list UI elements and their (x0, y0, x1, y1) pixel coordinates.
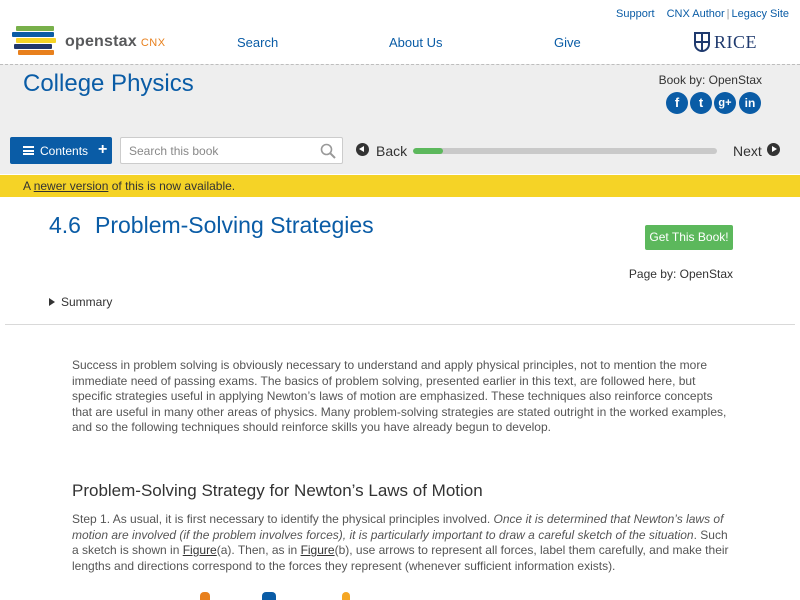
list-icon (23, 146, 34, 155)
progress-bar (413, 148, 717, 154)
plus-icon: + (98, 141, 108, 158)
books-icon (12, 26, 58, 56)
search-input[interactable] (129, 143, 319, 159)
search-icon[interactable] (320, 143, 336, 159)
nav-search[interactable]: Search (237, 35, 278, 50)
newer-version-notice: A newer version of this is now available… (0, 175, 800, 197)
intro-paragraph: Success in problem solving is obviously … (72, 358, 727, 434)
next-button[interactable]: Next (733, 143, 783, 159)
linkedin-icon[interactable]: in (739, 92, 761, 114)
rice-shield-icon (694, 32, 710, 52)
logo-text: openstax CNX (65, 33, 166, 50)
social-share: f t g+ in (666, 92, 766, 116)
newer-version-link[interactable]: newer version (34, 179, 109, 193)
nav-give[interactable]: Give (554, 35, 581, 50)
summary-toggle[interactable]: Summary (49, 295, 112, 309)
support-link[interactable]: Support (616, 8, 655, 20)
step-paragraph: Step 1. As usual, it is first necessary … (72, 512, 729, 573)
figure-link[interactable]: Figure (183, 543, 217, 557)
arrow-right-icon (767, 143, 780, 156)
page-by: Page by: OpenStax (628, 267, 733, 281)
figure-link[interactable]: Figure (301, 543, 335, 557)
arrow-left-icon (356, 143, 369, 156)
contents-label: Contents (40, 144, 89, 158)
triangle-right-icon (49, 298, 55, 306)
divider (5, 324, 795, 325)
utility-links: Support CNX Author | Legacy Site (616, 8, 789, 20)
get-this-book-button[interactable]: Get This Book! (645, 225, 733, 250)
openstax-logo[interactable]: openstax CNX (12, 26, 182, 56)
page-title: Problem-Solving Strategies (95, 212, 374, 238)
twitter-icon[interactable]: t (690, 92, 712, 114)
figure-preview (192, 592, 352, 600)
facebook-icon[interactable]: f (666, 92, 688, 114)
book-by: Book by: OpenStax (658, 73, 762, 87)
cnx-author-link[interactable]: CNX Author (667, 8, 725, 20)
back-label: Back (376, 143, 408, 159)
separator: | (726, 8, 730, 20)
rice-text: RICE (714, 32, 758, 52)
contents-button[interactable]: Contents + (10, 137, 112, 164)
search-box (120, 137, 343, 164)
section-number: 4.6 (49, 212, 81, 238)
nav-about-us[interactable]: About Us (389, 35, 442, 50)
book-title[interactable]: College Physics (23, 70, 194, 98)
legacy-site-link[interactable]: Legacy Site (732, 8, 789, 20)
google-plus-icon[interactable]: g+ (714, 92, 736, 114)
summary-label: Summary (61, 295, 113, 309)
rice-logo[interactable]: RICE (694, 32, 758, 54)
next-label: Next (733, 143, 762, 159)
section-heading: Problem-Solving Strategy for Newton’s La… (72, 481, 483, 500)
progress-fill (413, 148, 444, 154)
